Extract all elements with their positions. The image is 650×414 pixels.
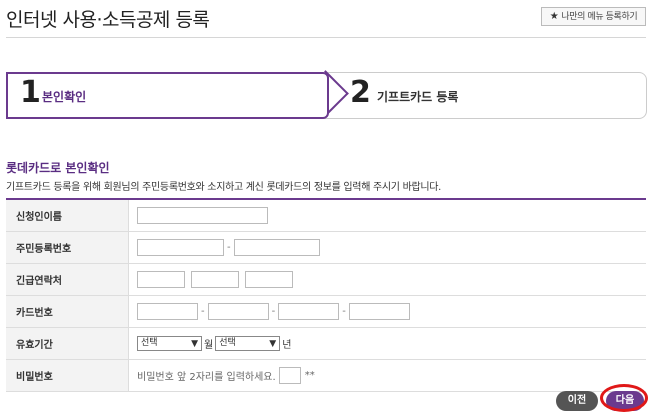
- expiry-year-select[interactable]: 선택 ▼: [215, 336, 281, 351]
- chevron-down-icon: ▼: [269, 339, 277, 349]
- page-title: 인터넷 사용·소득공제 등록: [6, 9, 210, 31]
- dash-separator: -: [227, 242, 231, 253]
- step-2-label: 기프트카드 등록: [377, 90, 459, 104]
- star-icon: ★: [549, 11, 559, 22]
- password-mask: **: [304, 370, 315, 381]
- card-part-4-input[interactable]: [348, 303, 410, 320]
- prev-button[interactable]: 이전: [556, 391, 598, 411]
- phone-label: 긴급연락처: [6, 263, 129, 296]
- form-row-phone: 긴급연락처: [6, 263, 646, 296]
- step-2-number: 2: [350, 75, 371, 110]
- step-1-label: 본인확인: [42, 90, 87, 104]
- card-part-1-input[interactable]: [137, 303, 198, 320]
- card-part-3-input[interactable]: [278, 303, 340, 320]
- dash-separator: -: [271, 306, 276, 317]
- form-row-expiry: 유효기간 선택 ▼ 월 선택 ▼ 년: [6, 327, 646, 360]
- ssn-back-input[interactable]: [233, 239, 320, 256]
- form-row-ssn: 주민등록번호 -: [6, 231, 646, 264]
- step-indicator: 1 본인확인 2 기프트카드 등록: [6, 70, 647, 119]
- ssn-label: 주민등록번호: [6, 231, 129, 264]
- expiry-month-value: 선택: [141, 338, 158, 348]
- name-label: 신청인이름: [6, 199, 129, 232]
- phone-part-3-input[interactable]: [245, 271, 294, 288]
- password-hint: 비밀번호 앞 2자리를 입력하세요.: [137, 372, 276, 383]
- card-label: 카드번호: [6, 295, 129, 328]
- form-row-name: 신청인이름: [6, 199, 646, 232]
- password-input[interactable]: [278, 367, 301, 384]
- add-to-my-menu-label: 나만의 메뉴 등록하기: [561, 12, 638, 22]
- expiry-label: 유효기간: [6, 327, 129, 360]
- chevron-down-icon: ▼: [191, 339, 198, 349]
- dash-separator: -: [342, 306, 346, 317]
- identity-form: 신청인이름 주민등록번호 - 긴급연락처 카드번호 --- 유효기간 선택 ▼ 월 선…: [6, 198, 646, 392]
- name-input[interactable]: [137, 207, 268, 224]
- phone-part-2-input[interactable]: [191, 271, 240, 288]
- next-button[interactable]: 다음: [606, 391, 644, 411]
- form-row-card: 카드번호 - - -: [6, 295, 646, 328]
- password-label: 비밀번호: [6, 359, 129, 392]
- year-unit: 년: [282, 340, 292, 351]
- phone-part-1-input[interactable]: [137, 271, 185, 288]
- title-divider: [6, 37, 646, 38]
- card-part-2-input[interactable]: [207, 303, 269, 320]
- ssn-front-input[interactable]: [137, 239, 224, 256]
- step-1-number: 1: [20, 75, 41, 110]
- month-unit: 월: [204, 340, 214, 351]
- form-row-password: 비밀번호 비밀번호 앞 2자리를 입력하세요. **: [6, 359, 646, 392]
- dash-separator: -: [201, 306, 205, 317]
- expiry-month-select[interactable]: 선택 ▼: [137, 336, 202, 351]
- add-to-my-menu-button[interactable]: ★ 나만의 메뉴 등록하기: [541, 7, 646, 26]
- expiry-year-value: 선택: [219, 338, 236, 348]
- section-description: 기프트카드 등록을 위해 회원님의 주민등록번호와 소지하고 계신 롯데카드의 …: [6, 182, 442, 193]
- section-heading: 롯데카드로 본인확인: [6, 161, 110, 175]
